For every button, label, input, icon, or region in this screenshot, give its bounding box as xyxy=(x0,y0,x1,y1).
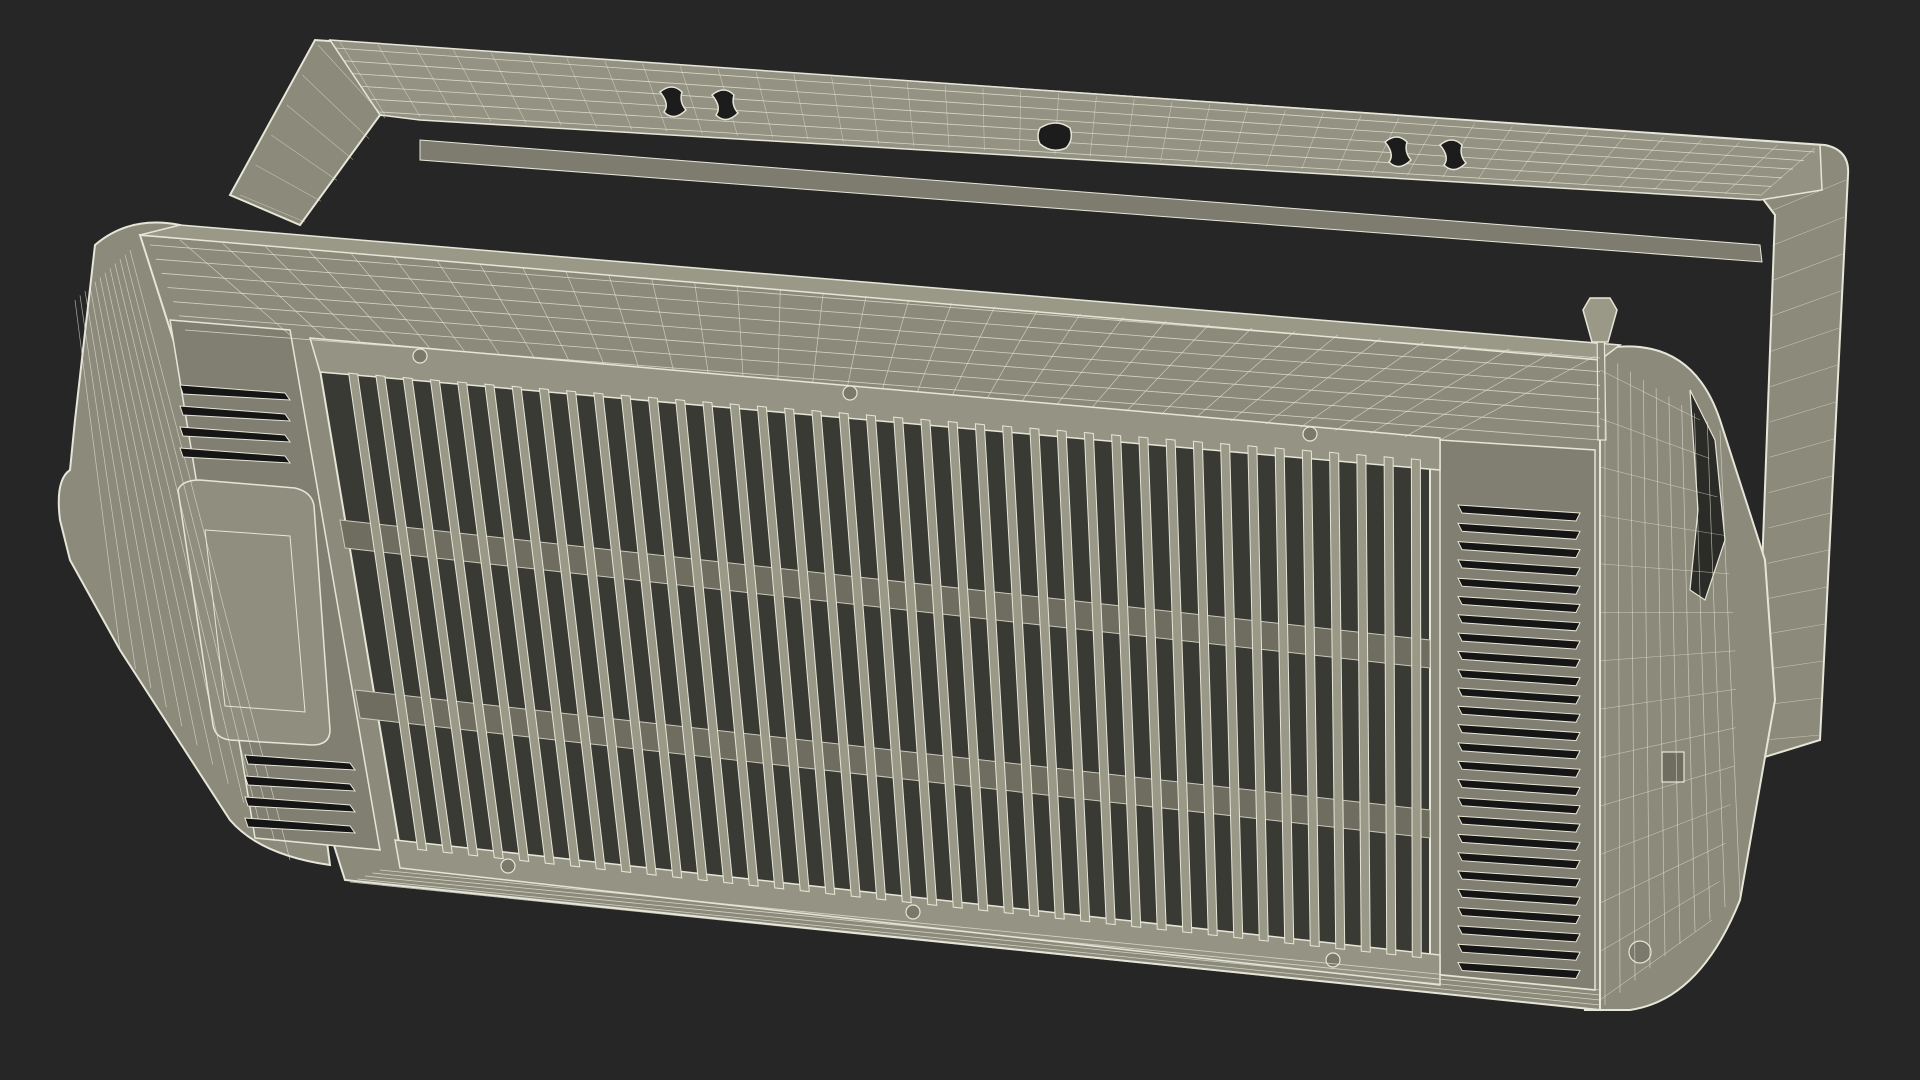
right-cap-switch xyxy=(1661,751,1685,783)
grille-bar xyxy=(1410,458,1422,959)
screw-top-left xyxy=(412,348,428,364)
screw-right-cap xyxy=(1628,940,1652,964)
screw-top-center xyxy=(842,385,858,401)
screw-top-right xyxy=(1302,426,1318,442)
heater-wireframe-render xyxy=(0,0,1920,1080)
screw-bottom-left xyxy=(500,858,516,874)
keyhole-center xyxy=(1037,122,1073,151)
screw-bottom-center xyxy=(905,904,921,920)
screw-bottom-right xyxy=(1325,952,1341,968)
grille-bar xyxy=(1383,456,1397,956)
render-viewport xyxy=(0,0,1920,1080)
